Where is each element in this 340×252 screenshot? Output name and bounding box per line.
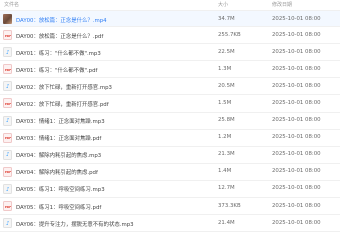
file-name[interactable]: DAY06：提升专注力，摆脱无意不有的状态.mp3 [16,220,134,228]
file-modified-date: 2025-10-01 08:00 [272,99,321,106]
file-row[interactable]: PDF DAY00：放松篇：正念是什么？.pdf 255.7KB 2025-10-01… [0,27,340,45]
file-size: 21.4M [218,219,235,226]
audio-file-icon: ♪ [3,115,12,126]
file-row[interactable]: ♪ DAY06：提升专注力，摆脱无意不有的状态.mp3 21.4M 2025-10-0… [0,215,340,233]
file-name[interactable]: DAY02：放下忙碌，重新打开感官.mp3 [16,83,112,91]
file-row[interactable]: ♪ DAY02：放下忙碌，重新打开感官.mp3 20.5M 2025-10-01 08… [0,78,340,96]
pdf-label-glyph: PDF [4,67,11,72]
audio-file-icon: ♪ [3,81,12,92]
file-modified-date: 2025-10-01 08:00 [272,168,321,175]
pdf-label-glyph: PDF [4,102,11,107]
music-note-glyph: ♪ [6,152,10,159]
file-row[interactable]: PDF DAY04：解除内耗引起的焦虑.pdf 1.4M 2025-10-01 08:… [0,164,340,181]
audio-file-icon: ♪ [3,149,12,160]
pdf-label-glyph: PDF [4,33,11,38]
file-modified-date: 2025-10-01 08:00 [272,15,321,22]
file-row[interactable]: ♪ DAY03：情绪1：正念面对焦躁.mp3 25.8M 2025-10-01 08:… [0,113,340,130]
pdf-file-icon: PDF [3,132,12,143]
file-name[interactable]: DAY00：放松篇：正念是什么？.pdf [16,32,103,40]
file-row[interactable]: ♪ DAY05：练习1：呼吸空间练习.mp3 12.7M 2025-10-01 08:… [0,181,340,199]
file-name[interactable]: DAY03：情绪1：正念面对焦躁.mp3 [16,117,105,125]
file-modified-date: 2025-10-01 08:00 [272,48,321,55]
file-row[interactable]: ♪ DAY01：练习："什么都不做".mp3 22.5M 2025-10-01 08:… [0,44,340,62]
file-size: 373.3KB [218,202,241,209]
file-modified-date: 2025-10-01 08:00 [272,151,321,158]
file-name[interactable]: DAY03：情绪1：正念面对焦躁.pdf [16,134,101,142]
music-note-glyph: ♪ [6,220,10,227]
pdf-file-icon: PDF [3,166,12,177]
file-size: 12.7M [218,185,235,192]
file-modified-date: 2025-10-01 08:00 [272,219,321,226]
file-size: 1.5M [218,99,232,106]
file-row[interactable]: PDF DAY05：练习1：呼吸空间练习.pdf 373.3KB 2025-10-01… [0,198,340,216]
file-row[interactable]: ♪ DAY04：解除内耗引起的焦虑.mp3 21.3M 2025-10-01 08:0… [0,147,340,164]
file-name[interactable]: DAY00：放松篇：正念是什么？.mp4 [16,16,107,24]
file-name[interactable]: DAY04：解除内耗引起的焦虑.pdf [16,168,98,176]
column-header-size[interactable]: 大小 [218,1,228,8]
pdf-label-glyph: PDF [4,204,11,209]
music-note-glyph: ♪ [6,49,10,56]
pdf-file-icon: PDF [3,201,12,212]
music-note-glyph: ♪ [6,186,10,193]
music-note-glyph: ♪ [6,118,10,125]
file-size: 1.4M [218,168,232,175]
file-row[interactable]: DAY00：放松篇：正念是什么？.mp4 34.7M 2025-10-01 08:0… [0,10,340,28]
file-name[interactable]: DAY01：练习："什么都不做".mp3 [16,49,101,57]
column-header-date[interactable]: 修改日期 [272,1,292,8]
file-modified-date: 2025-10-01 08:00 [272,82,321,89]
file-row[interactable]: PDF DAY02：放下忙碌，重新打开感官.pdf 1.5M 2025-10-01 0… [0,95,340,113]
pdf-file-icon: PDF [3,64,12,75]
video-thumbnail-icon [3,14,12,24]
file-name[interactable]: DAY05：练习1：呼吸空间练习.mp3 [16,185,105,193]
file-modified-date: 2025-10-01 08:00 [272,31,321,38]
file-size: 1.2M [218,134,232,141]
file-size: 255.7KB [218,31,241,38]
file-modified-date: 2025-10-01 08:00 [272,65,321,72]
pdf-label-glyph: PDF [4,170,11,175]
audio-file-icon: ♪ [3,47,12,58]
pdf-file-icon: PDF [3,98,12,109]
column-header-name[interactable]: 文件名 [4,1,19,8]
file-name[interactable]: DAY05：练习1：呼吸空间练习.pdf [16,203,101,211]
file-size: 20.5M [218,82,235,89]
file-size: 25.8M [218,117,235,124]
music-note-glyph: ♪ [6,83,10,90]
file-name[interactable]: DAY01：练习："什么都不做".pdf [16,66,97,74]
file-row[interactable]: PDF DAY03：情绪1：正念面对焦躁.pdf 1.2M 2025-10-01 08… [0,130,340,147]
file-size: 1.3M [218,65,232,72]
file-modified-date: 2025-10-01 08:00 [272,134,321,141]
file-size: 34.7M [218,15,235,22]
file-rows: DAY00：放松篇：正念是什么？.mp4 34.7M 2025-10-01 08:0… [0,10,340,233]
pdf-label-glyph: PDF [4,136,11,141]
audio-file-icon: ♪ [3,218,12,229]
file-name[interactable]: DAY04：解除内耗引起的焦虑.mp3 [16,151,101,159]
file-modified-date: 2025-10-01 08:00 [272,185,321,192]
file-row[interactable]: PDF DAY01：练习："什么都不做".pdf 1.3M 2025-10-01 08… [0,61,340,79]
file-size: 22.5M [218,48,235,55]
file-size: 21.3M [218,151,235,158]
file-list: 文件名 大小 修改日期 DAY00：放松篇：正念是什么？.mp4 34.7M 202… [0,0,340,252]
pdf-file-icon: PDF [3,30,12,41]
audio-file-icon: ♪ [3,183,12,194]
file-list-header: 文件名 大小 修改日期 [0,0,340,10]
file-modified-date: 2025-10-01 08:00 [272,202,321,209]
file-modified-date: 2025-10-01 08:00 [272,117,321,124]
file-name[interactable]: DAY02：放下忙碌，重新打开感官.pdf [16,100,109,108]
